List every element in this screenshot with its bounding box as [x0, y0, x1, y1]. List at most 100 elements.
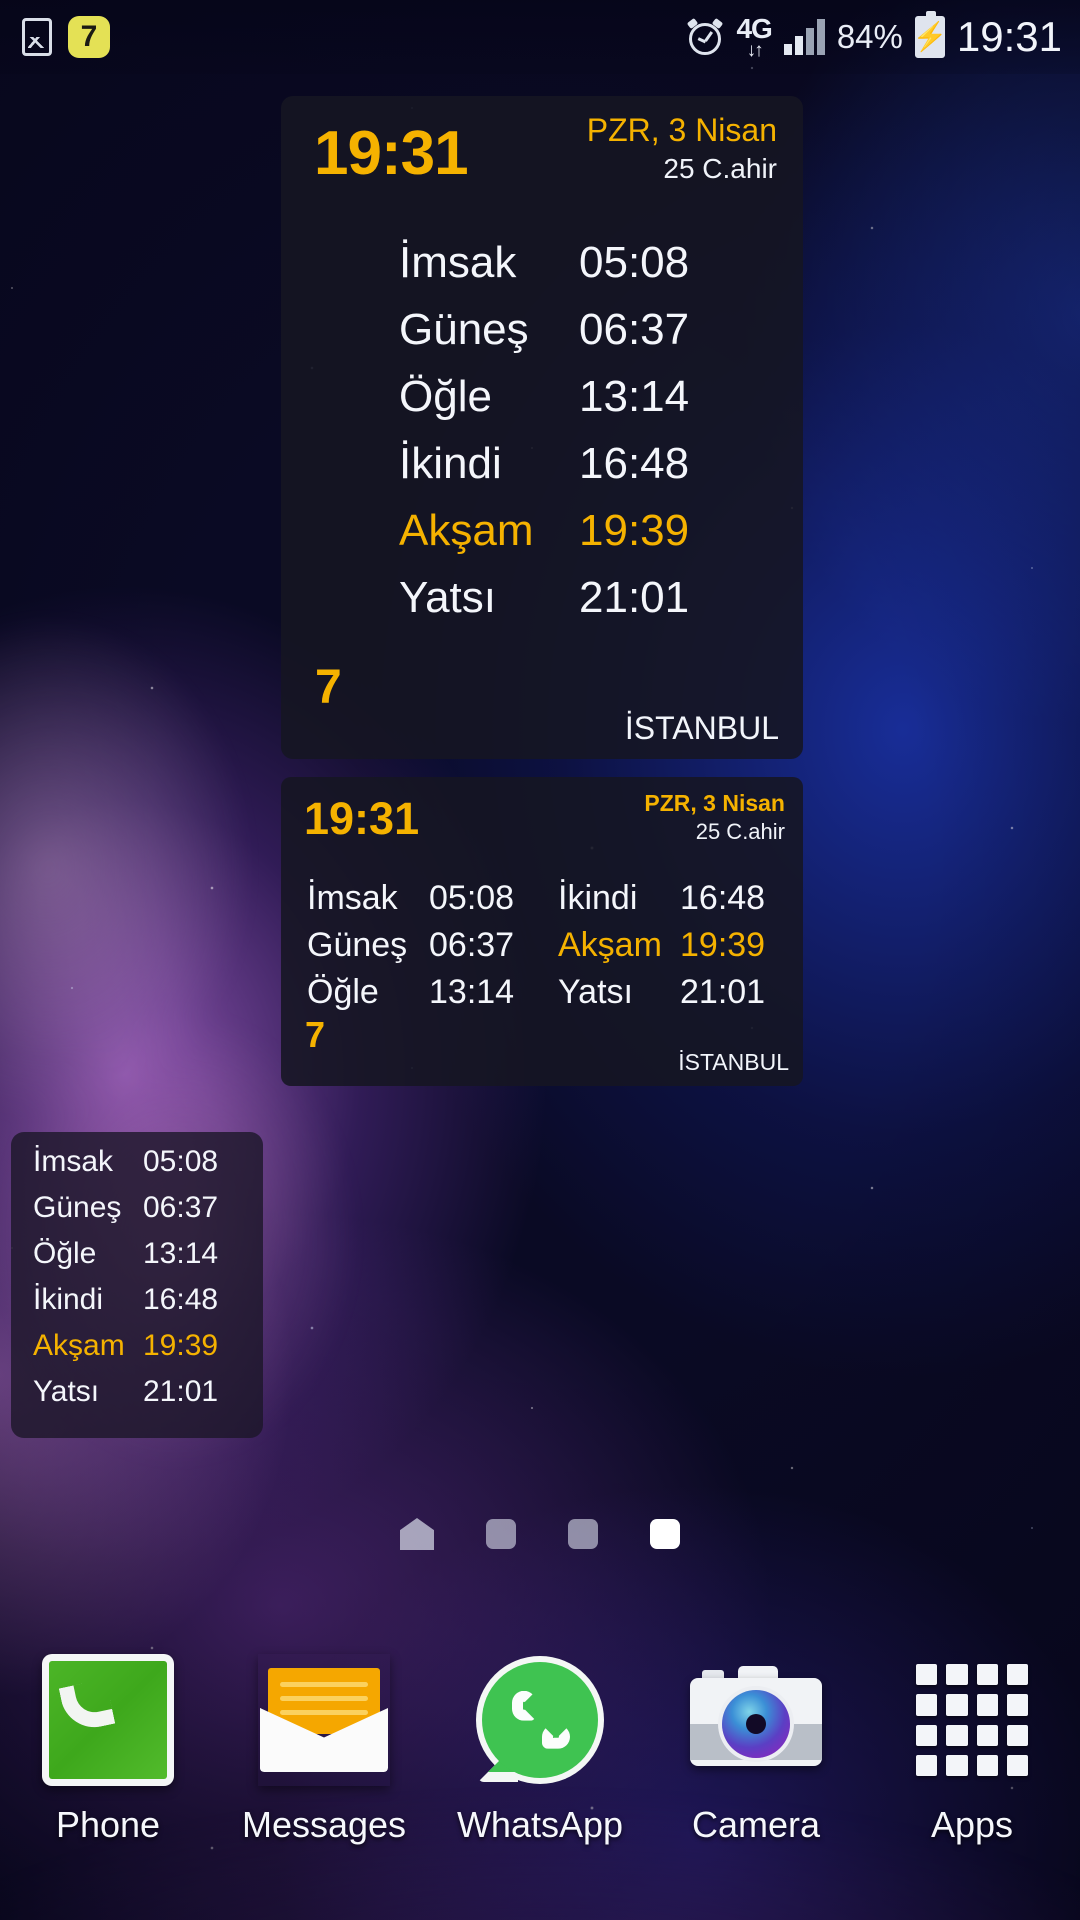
- prayer-name: Akşam: [33, 1329, 125, 1362]
- countdown-counter: 7: [305, 1014, 326, 1055]
- countdown-counter: 7: [315, 661, 342, 714]
- prayer-widget-large-dates: PZR, 3 Nisan 25 C.ahir: [587, 112, 777, 185]
- prayer-name: İkindi: [399, 439, 502, 488]
- prayer-row: Yatsı 21:01: [281, 573, 803, 640]
- battery-percent-label: 84%: [836, 18, 903, 55]
- page-indicator-home-icon[interactable]: [400, 1518, 434, 1550]
- dock-app-label: Messages: [241, 1804, 407, 1845]
- alarm-clock-icon: [686, 17, 724, 56]
- prayer-name: Akşam: [558, 926, 662, 964]
- prayer-name: Öğle: [399, 372, 492, 421]
- prayer-time: 16:48: [143, 1283, 219, 1316]
- app-grid-icon: [906, 1654, 1038, 1786]
- prayer-name: Öğle: [33, 1237, 97, 1270]
- prayer-row: İmsak 05:08: [307, 879, 542, 926]
- prayer-name: İkindi: [33, 1283, 104, 1316]
- prayer-times-list: İmsak 05:08 Güneş 06:37 Öğle 13:14 İkind…: [281, 238, 803, 640]
- prayer-widget-compact[interactable]: 19:31 PZR, 3 Nisan 25 C.ahir İmsak 05:08…: [281, 777, 803, 1086]
- prayer-time: 06:37: [143, 1191, 219, 1224]
- prayer-time: 19:39: [143, 1329, 219, 1362]
- dock: Phone Messages WhatsApp Camera Apps: [0, 1630, 1080, 1920]
- envelope-icon: [258, 1654, 390, 1786]
- prayer-row-active: Akşam 19:39: [281, 506, 803, 573]
- prayer-time: 13:14: [579, 372, 690, 421]
- prayer-widget-large-clock: 19:31: [314, 119, 469, 188]
- city-label: İSTANBUL: [678, 1049, 789, 1075]
- prayer-times-grid: İmsak 05:08 Güneş 06:37 Öğle 13:14 İkind…: [281, 879, 803, 1020]
- dock-app-camera[interactable]: Camera: [648, 1654, 864, 1846]
- page-indicator-dot-active[interactable]: [650, 1519, 680, 1549]
- prayer-column-left: İmsak 05:08 Güneş 06:37 Öğle 13:14: [281, 879, 542, 1020]
- network-type-icon: 4G ↓↑: [736, 14, 772, 61]
- battery-charging-icon: ⚡: [912, 11, 947, 58]
- dock-app-whatsapp[interactable]: WhatsApp: [432, 1654, 648, 1846]
- prayer-row: Güneş 06:37: [11, 1191, 263, 1237]
- prayer-row: Güneş 06:37: [307, 926, 542, 973]
- city-label: İSTANBUL: [624, 710, 779, 746]
- prayer-row: Yatsı 21:01: [11, 1375, 263, 1421]
- screenshot-icon: [22, 18, 52, 56]
- page-indicator: [0, 1512, 1080, 1556]
- prayer-row: Yatsı 21:01: [558, 973, 803, 1020]
- prayer-name: Güneş: [33, 1191, 122, 1224]
- prayer-name: Güneş: [307, 926, 408, 964]
- dock-app-label: WhatsApp: [456, 1804, 624, 1845]
- camera-icon: [690, 1654, 822, 1786]
- page-indicator-dot[interactable]: [486, 1519, 516, 1549]
- dock-app-apps[interactable]: Apps: [864, 1654, 1080, 1846]
- whatsapp-icon: [474, 1654, 606, 1786]
- signal-strength-icon: [783, 19, 825, 55]
- prayer-time: 06:37: [579, 305, 690, 354]
- prayer-name: Öğle: [307, 973, 379, 1011]
- prayer-row: Öğle 13:14: [281, 372, 803, 439]
- prayer-name: İmsak: [33, 1145, 114, 1178]
- prayer-widget-compact-clock: 19:31: [304, 793, 420, 844]
- prayer-time: 06:37: [429, 926, 515, 964]
- notification-badge-icon: 7: [68, 16, 110, 58]
- prayer-column-right: İkindi 16:48 Akşam 19:39 Yatsı 21:01: [542, 879, 803, 1020]
- prayer-row: İmsak 05:08: [11, 1145, 263, 1191]
- prayer-name: Yatsı: [558, 973, 633, 1011]
- prayer-widget-large[interactable]: 19:31 PZR, 3 Nisan 25 C.ahir İmsak 05:08…: [281, 96, 803, 759]
- prayer-row-active: Akşam 19:39: [11, 1329, 263, 1375]
- prayer-row: İmsak 05:08: [281, 238, 803, 305]
- prayer-time: 05:08: [429, 879, 515, 917]
- prayer-name: Akşam: [399, 506, 534, 555]
- data-arrows-icon: ↓↑: [746, 39, 764, 61]
- hijri-date-label: 25 C.ahir: [663, 153, 777, 184]
- prayer-row: İkindi 16:48: [558, 879, 803, 926]
- hijri-date-label: 25 C.ahir: [695, 819, 785, 844]
- dock-app-messages[interactable]: Messages: [216, 1654, 432, 1846]
- prayer-name: Yatsı: [33, 1375, 100, 1408]
- prayer-widget-large-header: 19:31 PZR, 3 Nisan 25 C.ahir: [281, 96, 803, 214]
- dock-app-label: Camera: [691, 1804, 821, 1845]
- prayer-time: 19:39: [680, 926, 766, 964]
- prayer-time: 13:14: [143, 1237, 219, 1270]
- phone-icon: [42, 1654, 174, 1786]
- prayer-time: 05:08: [579, 238, 690, 287]
- gregorian-date-label: PZR, 3 Nisan: [644, 790, 785, 816]
- prayer-name: Yatsı: [399, 573, 497, 622]
- prayer-time: 21:01: [579, 573, 690, 622]
- status-bar-clock: 19:31: [956, 13, 1062, 60]
- dock-app-phone[interactable]: Phone: [0, 1654, 216, 1846]
- prayer-row: Öğle 13:14: [307, 973, 542, 1020]
- prayer-widget-compact-dates: PZR, 3 Nisan 25 C.ahir: [644, 790, 785, 845]
- prayer-name: Güneş: [399, 305, 529, 354]
- prayer-row: İkindi 16:48: [281, 439, 803, 506]
- prayer-row: Güneş 06:37: [281, 305, 803, 372]
- status-bar-left: 7: [22, 16, 110, 58]
- page-indicator-dot[interactable]: [568, 1519, 598, 1549]
- prayer-name: İmsak: [399, 238, 517, 287]
- prayer-time: 21:01: [143, 1375, 219, 1408]
- prayer-time: 05:08: [143, 1145, 219, 1178]
- prayer-time: 16:48: [680, 879, 766, 917]
- status-bar[interactable]: 7 4G ↓↑ 84% ⚡ 19:31: [0, 0, 1080, 74]
- dock-app-label: Phone: [55, 1804, 161, 1845]
- dock-app-label: Apps: [930, 1804, 1014, 1845]
- prayer-time: 19:39: [579, 506, 690, 555]
- prayer-row: Öğle 13:14: [11, 1237, 263, 1283]
- prayer-time: 16:48: [579, 439, 690, 488]
- prayer-row-active: Akşam 19:39: [558, 926, 803, 973]
- prayer-widget-list[interactable]: İmsak 05:08 Güneş 06:37 Öğle 13:14 İkind…: [11, 1132, 263, 1438]
